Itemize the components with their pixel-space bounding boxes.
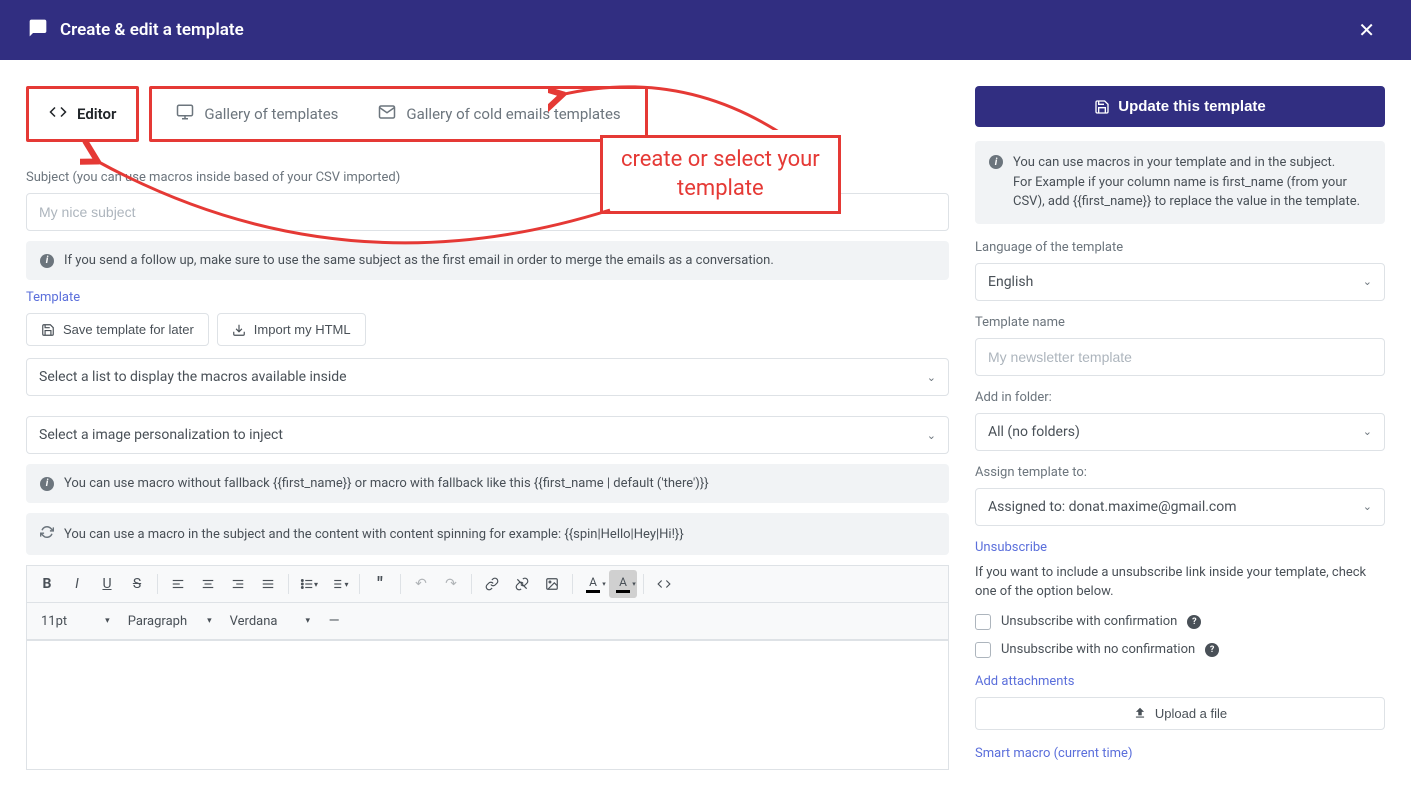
save-template-button[interactable]: Save template for later [26,313,209,346]
tab-editor[interactable]: Editor [26,86,139,142]
info-text: If you send a follow up, make sure to us… [64,253,774,268]
macro-fallback-info: i You can use macro without fallback {{f… [26,464,949,503]
bold-button[interactable]: B [33,570,61,598]
chat-icon [28,18,48,42]
save-icon [1094,99,1110,115]
horizontal-rule-button[interactable]: — [320,607,348,635]
font-family-select[interactable]: Verdana▾ [222,610,318,633]
smart-macro-label: Smart macro (current time) [975,746,1385,761]
annotation-callout: create or select your template [600,135,841,214]
monitor-icon [176,103,194,125]
attachments-label: Add attachments [975,674,1385,689]
template-name-label: Template name [975,315,1385,330]
select-value: Select a image personalization to inject [39,427,283,443]
chevron-down-icon: ⌄ [1363,500,1372,513]
blockquote-button[interactable]: " [366,570,394,598]
upload-file-button[interactable]: Upload a file [975,697,1385,730]
align-justify-button[interactable] [254,570,282,598]
source-code-button[interactable] [650,570,678,598]
tab-label: Editor [77,105,116,123]
help-icon[interactable]: ? [1187,615,1201,629]
paragraph-select[interactable]: Paragraph▾ [120,610,220,633]
button-label: Save template for later [63,322,194,337]
checkbox-label: Unsubscribe with no confirmation [1001,642,1195,657]
sync-icon [40,525,54,543]
italic-button[interactable]: I [63,570,91,598]
modal-title: Create & edit a template [60,20,244,40]
help-icon[interactable]: ? [1205,643,1219,657]
select-value: Assigned to: donat.maxime@gmail.com [988,499,1237,515]
chevron-down-icon: ⌄ [1363,275,1372,288]
macro-list-select[interactable]: Select a list to display the macros avai… [26,358,949,396]
content-spin-info: You can use a macro in the subject and t… [26,513,949,555]
bullet-list-button[interactable]: ▾ [295,570,323,598]
tab-gallery[interactable]: Gallery of templates [156,89,358,139]
align-center-button[interactable] [194,570,222,598]
assign-select[interactable]: Assigned to: donat.maxime@gmail.com ⌄ [975,488,1385,526]
text-color-button[interactable]: A▾ [579,570,607,598]
modal-header: Create & edit a template ✕ [0,0,1411,60]
envelope-icon [378,103,396,125]
info-icon: i [989,155,1003,169]
select-value: Select a list to display the macros avai… [39,369,347,385]
number-list-button[interactable]: ▾ [325,570,353,598]
image-button[interactable] [538,570,566,598]
tab-label: Gallery of cold emails templates [406,105,620,123]
tab-cold-gallery[interactable]: Gallery of cold emails templates [358,89,640,139]
import-html-button[interactable]: Import my HTML [217,313,366,346]
chevron-down-icon: ⌄ [927,371,936,384]
template-section-label: Template [26,290,949,305]
underline-button[interactable]: U [93,570,121,598]
editor-content[interactable] [26,640,949,770]
select-value: All (no folders) [988,424,1080,440]
folder-select[interactable]: All (no folders) ⌄ [975,413,1385,451]
image-personalization-select[interactable]: Select a image personalization to inject… [26,416,949,454]
assign-label: Assign template to: [975,465,1385,480]
button-label: Update this template [1118,98,1266,115]
unsubscribe-desc: If you want to include a unsubscribe lin… [975,563,1385,602]
font-size-select[interactable]: 11pt▾ [33,610,118,633]
update-template-button[interactable]: Update this template [975,86,1385,127]
redo-button[interactable]: ↷ [437,570,465,598]
info-icon: i [40,477,54,491]
info-text: You can use a macro in the subject and t… [64,527,684,542]
unsub-confirm-checkbox[interactable] [975,614,991,630]
chevron-down-icon: ⌄ [927,429,936,442]
undo-button[interactable]: ↶ [407,570,435,598]
tab-label: Gallery of templates [204,105,338,123]
strikethrough-button[interactable]: S [123,570,151,598]
template-name-input[interactable] [975,338,1385,376]
download-icon [232,323,246,337]
bg-color-button[interactable]: A▾ [609,570,637,598]
save-icon [41,323,55,337]
language-label: Language of the template [975,240,1385,255]
close-icon[interactable]: ✕ [1350,14,1383,46]
folder-label: Add in folder: [975,390,1385,405]
link-button[interactable] [478,570,506,598]
editor-toolbar: B I U S ▾ ▾ " ↶ ↷ [26,565,949,640]
upload-icon [1133,706,1147,720]
align-right-button[interactable] [224,570,252,598]
side-panel: Update this template i You can use macro… [975,86,1385,770]
macro-help-info: i You can use macros in your template an… [975,141,1385,224]
align-left-button[interactable] [164,570,192,598]
unsubscribe-label: Unsubscribe [975,540,1385,555]
language-select[interactable]: English ⌄ [975,263,1385,301]
button-label: Upload a file [1155,706,1227,721]
chevron-down-icon: ⌄ [1363,425,1372,438]
followup-info: i If you send a follow up, make sure to … [26,241,949,280]
unlink-button[interactable] [508,570,536,598]
select-value: English [988,274,1033,290]
info-text: You can use macro without fallback {{fir… [64,476,709,491]
code-icon [49,103,67,125]
button-label: Import my HTML [254,322,351,337]
unsub-noconfirm-checkbox[interactable] [975,642,991,658]
info-icon: i [40,254,54,268]
checkbox-label: Unsubscribe with confirmation [1001,614,1177,629]
info-text: You can use macros in your template and … [1013,153,1371,212]
tab-bar: Editor Gallery of templates Gallery of c… [26,86,949,142]
